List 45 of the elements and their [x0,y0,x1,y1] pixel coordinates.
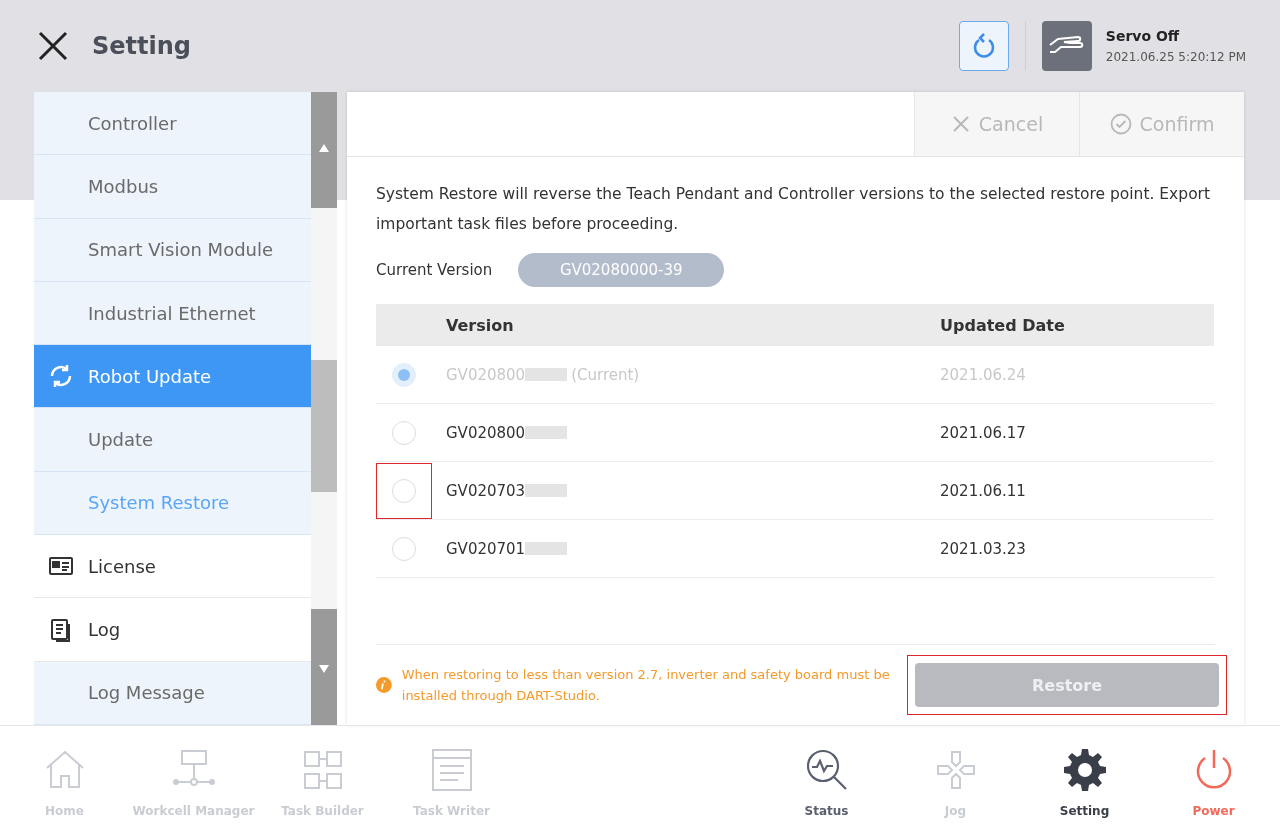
radio-button[interactable] [392,478,416,503]
sidebar-item[interactable]: Controller [34,92,311,156]
close-icon [950,114,971,134]
nav-button[interactable]: Setting [1020,726,1149,826]
close-icon[interactable] [36,29,70,63]
version-text: GV020703 [446,481,526,500]
redaction-bar [525,368,568,381]
warning-text: When restoring to less than version 2.7, inverter and safety board must be installed through DART-Studio. [401,666,891,705]
redaction-bar [525,426,568,439]
id-card-icon [48,555,74,578]
down-arrow-icon[interactable] [319,665,329,673]
version-text: GV020800 [446,423,526,442]
redaction-bar [525,542,568,555]
column-header: Version [445,315,515,335]
date-text: 2021.06.17 [940,423,1026,442]
nav-button[interactable]: Power [1149,726,1278,826]
sidebar-item[interactable]: Robot Update [34,345,311,409]
current-version-label: Current Version [376,261,493,279]
page-title: Setting [92,32,192,60]
description-text: System Restore will reverse the Teach Pendant and Controller versions to the selected restore point. Export important task files before proceeding. [376,184,1212,235]
up-arrow-icon[interactable] [319,144,329,152]
hand-icon [1041,21,1092,71]
date-text: 2021.06.11 [940,481,1026,500]
date-time: 2021.06.25 5:20:12 PM [1105,50,1246,64]
sidebar-item[interactable]: Log Message [34,661,311,725]
info-icon [376,674,392,696]
version-badge: GV02080000-39 [518,253,725,287]
radio-button[interactable] [392,536,416,561]
nav-button[interactable]: Status [762,726,891,826]
column-header: Updated Date [940,315,1065,335]
servo-status: Servo Off [1105,28,1181,44]
sidebar-item[interactable]: Modbus [34,155,311,219]
sync-icon [48,363,74,390]
redaction-bar [525,484,568,497]
reset-button[interactable] [958,21,1009,71]
radio-button[interactable] [392,420,416,445]
scroll-thumb[interactable] [311,360,337,492]
sidebar-item[interactable]: System Restore [34,471,311,536]
check-circle-icon [1109,113,1132,135]
sidebar-item[interactable]: Smart Vision Module [34,218,311,282]
scrollbar[interactable] [311,92,337,725]
date-text: 2021.03.23 [940,539,1026,558]
sidebar-item[interactable]: Update [34,408,311,472]
sidebar-item[interactable]: Industrial Ethernet [34,281,311,346]
version-text: GV020701 [446,539,526,558]
